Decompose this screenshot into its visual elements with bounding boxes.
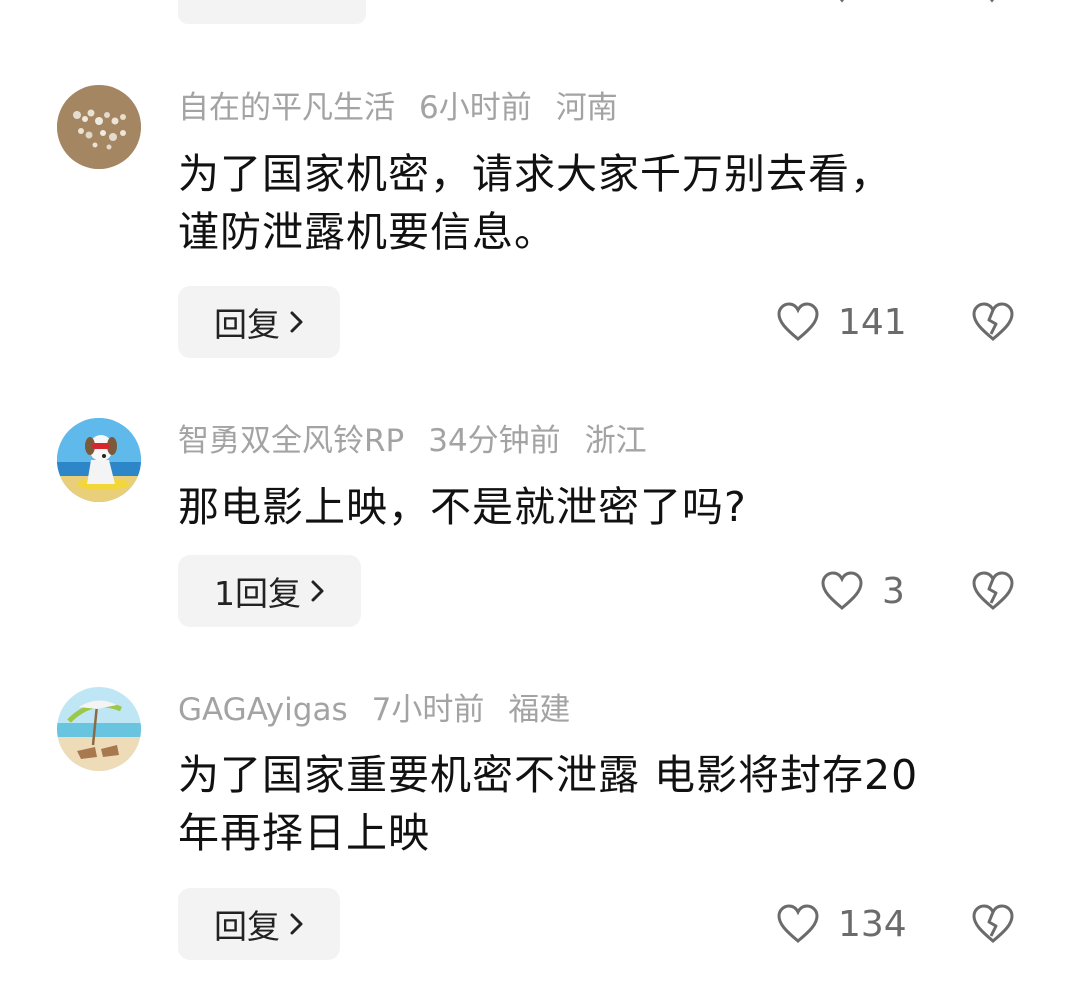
comment-text: 为了国家机密，请求大家千万别去看， 谨防泄露机要信息。 <box>178 145 1028 261</box>
reply-button[interactable]: 1回复 <box>178 555 361 627</box>
comment-text-line: 年再择日上映 <box>178 809 430 857</box>
reply-label: 回复 <box>214 907 280 946</box>
chevron-right-icon <box>290 311 303 333</box>
comment-location: 河南 <box>555 90 618 126</box>
chevron-right-icon <box>311 580 324 602</box>
chevron-right-icon <box>290 913 303 935</box>
like-button[interactable]: 134 <box>776 888 907 960</box>
comment-text-line: 那电影上映，不是就泄密了吗? <box>178 483 747 531</box>
user-avatar[interactable] <box>57 687 141 771</box>
user-avatar[interactable] <box>57 418 141 502</box>
like-button[interactable]: 3 <box>820 555 905 627</box>
comment-text-line: 为了国家机密，请求大家千万别去看， <box>178 150 892 198</box>
dislike-button[interactable] <box>970 286 1016 358</box>
reply-label: 回复 <box>214 305 280 344</box>
broken-heart-icon <box>972 302 1014 341</box>
comment-text-line: 谨防泄露机要信息。 <box>178 208 556 256</box>
comment-meta: 自在的平凡生活 6小时前 河南 <box>178 86 642 130</box>
comment-time: 7小时前 <box>371 692 485 728</box>
beach-chairs-avatar-icon <box>57 687 141 771</box>
heart-outline-icon <box>777 904 819 943</box>
dog-sunglasses-avatar-icon <box>57 418 141 502</box>
comment-text: 那电影上映，不是就泄密了吗? <box>178 478 1028 536</box>
dislike-button[interactable] <box>970 555 1016 627</box>
comment-meta: 智勇双全风铃RP 34分钟前 浙江 <box>178 419 671 463</box>
heart-outline-icon <box>777 302 819 341</box>
like-count: 141 <box>838 301 907 343</box>
username[interactable]: 自在的平凡生活 <box>178 90 395 126</box>
comment-meta: GAGAyigas 7小时前 福建 <box>178 688 594 732</box>
username[interactable]: 智勇双全风铃RP <box>178 423 404 459</box>
reply-label: 1回复 <box>214 574 301 613</box>
comment-time: 6小时前 <box>419 90 532 126</box>
comment-location: 福建 <box>508 692 571 728</box>
sand-stones-avatar-icon <box>57 85 141 169</box>
heart-outline-icon <box>821 571 863 610</box>
user-avatar[interactable] <box>57 85 141 169</box>
like-count: 134 <box>838 903 907 945</box>
previous-heart-outline-icon[interactable] <box>822 0 862 8</box>
like-button[interactable]: 141 <box>776 286 907 358</box>
previous-broken-heart-icon[interactable] <box>972 0 1012 8</box>
comment-location: 浙江 <box>584 423 647 459</box>
broken-heart-icon <box>972 904 1014 943</box>
previous-reply-button[interactable] <box>178 0 366 24</box>
broken-heart-icon <box>972 571 1014 610</box>
comment-text: 为了国家重要机密不泄露 电影将封存20 年再择日上映 <box>178 746 1028 862</box>
previous-comment-footer <box>0 0 1080 30</box>
comment-time: 34分钟前 <box>428 423 561 459</box>
dislike-button[interactable] <box>970 888 1016 960</box>
reply-button[interactable]: 回复 <box>178 286 340 358</box>
reply-button[interactable]: 回复 <box>178 888 340 960</box>
like-count: 3 <box>882 570 905 612</box>
comment-text-line: 为了国家重要机密不泄露 电影将封存20 <box>178 751 919 799</box>
username[interactable]: GAGAyigas <box>178 692 348 728</box>
